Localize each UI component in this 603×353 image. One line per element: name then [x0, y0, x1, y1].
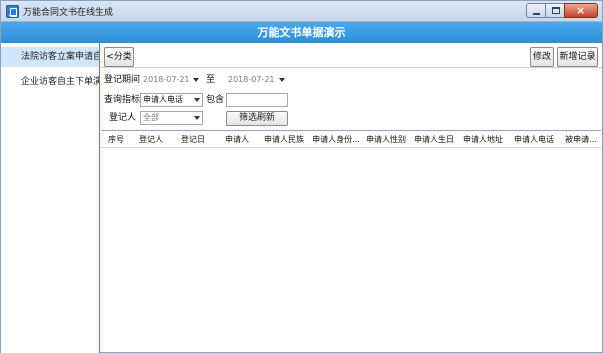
table-column-header[interactable]: 登记日 — [171, 131, 215, 148]
minimize-button[interactable] — [526, 3, 546, 18]
records-table[interactable]: 序号 登记人 登记日 申请人 申请人民族 申请人身份... 申请人性别 申请人生日 申请人地址申… — [101, 130, 601, 352]
query-field-select[interactable]: 申请人电话 — [140, 93, 203, 107]
filter-refresh-button[interactable]: 筛选刷新 — [226, 111, 288, 126]
dropdown-arrow-icon — [279, 78, 285, 82]
edit-button[interactable]: 修改 — [530, 47, 554, 67]
query-field-label: 查询指标 — [104, 95, 141, 105]
dropdown-arrow-icon — [194, 116, 200, 120]
contains-input[interactable] — [226, 93, 288, 107]
close-icon: × — [576, 4, 586, 17]
to-label: 至 — [206, 75, 216, 85]
date-to-picker[interactable]: 2018-07-21 — [225, 73, 288, 87]
window-controls: × — [526, 3, 598, 18]
sidebar-item-enterprise-visitor[interactable]: 企业访客自主下单演示 — [1, 72, 99, 92]
sidebar: 法院访客立案申请自主 企业访客自主下单演示 — [1, 43, 100, 353]
table-column-header[interactable]: 申请人性别 — [363, 131, 409, 148]
registrar-label: 登记人 — [109, 113, 137, 123]
date-to-value: 2018-07-21 — [228, 75, 275, 84]
title-bar: 万能合同文书在线生成 × — [0, 0, 603, 22]
add-record-button[interactable]: 新增记录 — [557, 47, 598, 67]
table-column-header[interactable]: 申请人电话 — [507, 131, 561, 148]
toolbar-divider — [100, 67, 602, 68]
close-button[interactable]: × — [564, 3, 598, 18]
dropdown-arrow-icon — [193, 78, 199, 82]
registrar-value: 全部 — [143, 113, 159, 122]
sidebar-item-court-visitor[interactable]: 法院访客立案申请自主 — [1, 47, 99, 67]
table-column-header[interactable]: 申请人身份... — [309, 131, 363, 148]
page-title: 万能文书单据演示 — [257, 26, 346, 39]
query-field-value: 申请人电话 — [143, 95, 183, 104]
window-title: 万能合同文书在线生成 — [23, 8, 114, 18]
minimize-icon — [533, 13, 540, 15]
table-column-header[interactable]: 被申请... — [561, 131, 601, 148]
app-icon — [6, 5, 19, 18]
app-header: 万能文书单据演示 — [1, 22, 602, 43]
date-from-picker[interactable]: 2018-07-21 — [140, 73, 202, 87]
table-column-header[interactable]: 申请人生日 — [409, 131, 459, 148]
contains-label: 包含 — [206, 95, 225, 105]
dropdown-arrow-icon — [194, 98, 200, 102]
table-column-header[interactable]: 申请人 — [215, 131, 259, 148]
category-button[interactable]: <分类 — [104, 47, 134, 67]
table-column-header[interactable]: 登记人 — [131, 131, 171, 148]
table-column-header[interactable]: 申请人民族 — [259, 131, 309, 148]
registrar-select[interactable]: 全部 — [140, 111, 203, 125]
table-column-header[interactable]: 申请人地址 — [459, 131, 507, 148]
table-header: 序号 登记人 登记日 申请人 申请人民族 申请人身份... 申请人性别 申请人生日 申请人地址申… — [101, 131, 601, 148]
date-from-value: 2018-07-21 — [143, 75, 190, 84]
date-range-label: 登记期间 — [104, 75, 141, 85]
maximize-icon — [552, 7, 560, 14]
table-column-header[interactable]: 序号 — [101, 131, 131, 148]
maximize-button[interactable] — [545, 3, 565, 18]
